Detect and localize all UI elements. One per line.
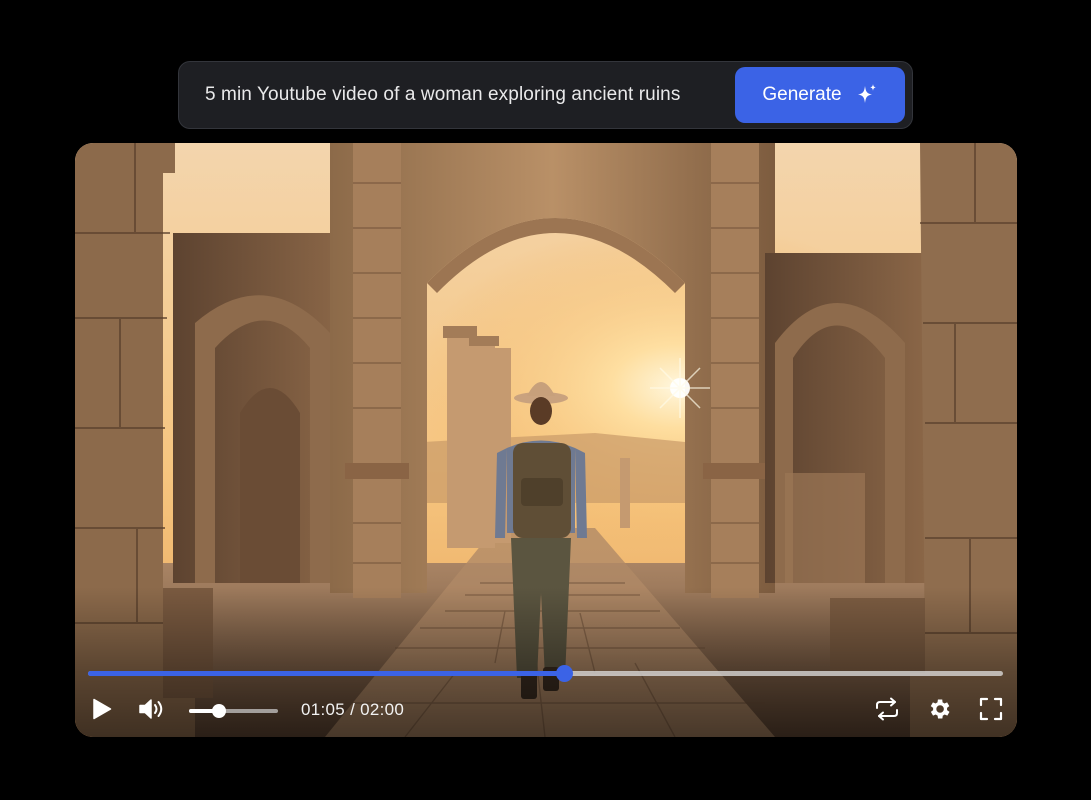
loop-button[interactable] <box>873 697 901 726</box>
sparkle-icon <box>856 83 878 107</box>
settings-button[interactable] <box>925 697 953 725</box>
play-button[interactable] <box>89 698 115 724</box>
progress-fill <box>88 671 564 676</box>
time-display: 01:05 / 02:00 <box>301 700 405 719</box>
volume-slider[interactable] <box>189 704 278 718</box>
generate-button[interactable]: Generate <box>735 67 905 123</box>
video-player[interactable]: 01:05 / 02:00 <box>75 143 1017 737</box>
loop-icon <box>874 697 900 726</box>
play-icon <box>92 698 112 725</box>
prompt-input[interactable]: 5 min Youtube video of a woman exploring… <box>205 84 735 106</box>
settings-icon <box>926 696 952 727</box>
fullscreen-button[interactable] <box>978 697 1004 726</box>
volume-button[interactable] <box>137 698 167 724</box>
prompt-bar: 5 min Youtube video of a woman exploring… <box>178 61 913 129</box>
progress-thumb[interactable] <box>555 665 573 682</box>
fullscreen-icon <box>979 697 1003 726</box>
volume-icon <box>138 697 166 726</box>
progress-bar[interactable] <box>88 665 1003 682</box>
generate-button-label: Generate <box>762 84 842 105</box>
